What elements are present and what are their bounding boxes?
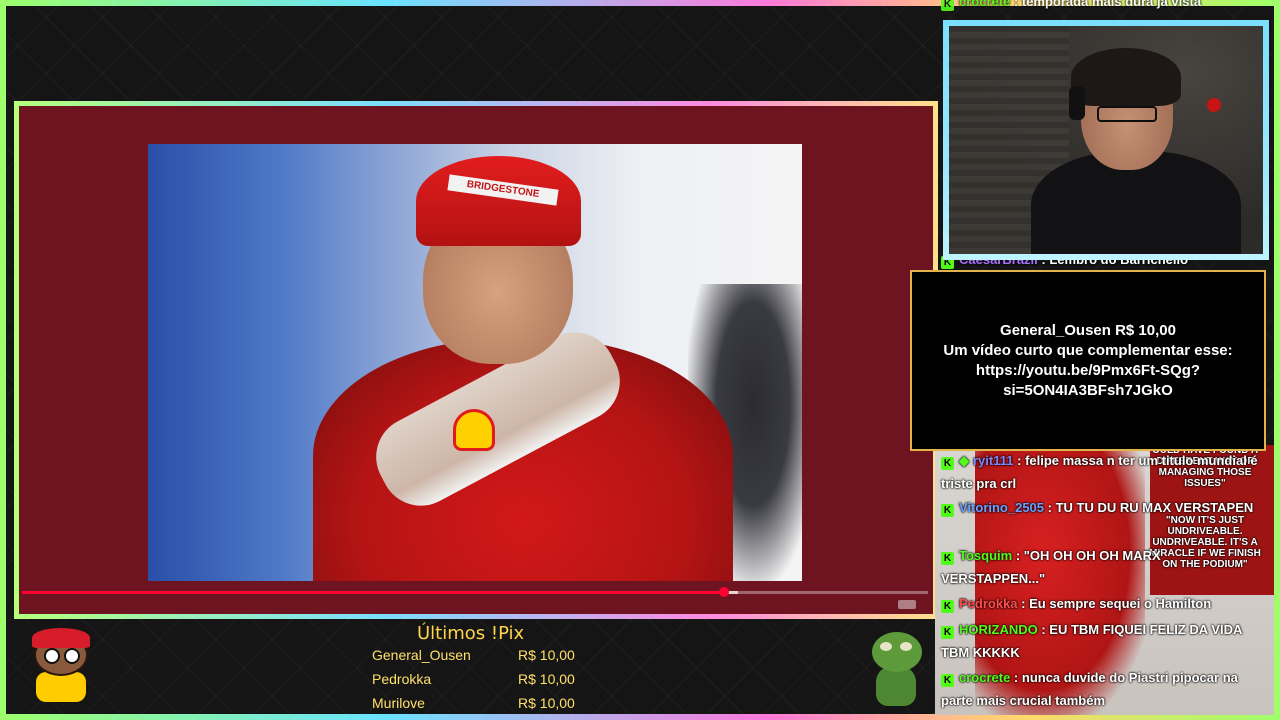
kick-icon: K [941,504,954,517]
frog-eye [900,642,912,651]
frog-head [872,632,922,672]
chat-text: Eu sempre sequei o Hamilton [1029,596,1212,611]
mascot-eye [44,648,60,664]
video-progress-fill [22,591,725,594]
pix-amount: R$ 10,00 [518,695,575,711]
chat-message: K Vitorino_2505 : TU TU DU RU MAX VERSTAP… [941,496,1266,519]
pix-name: General_Ousen [372,647,471,663]
mascot-cap [32,628,90,648]
donation-alert: General_Ousen R$ 10,00 Um vídeo curto qu… [910,270,1266,451]
video-scrubber-knob[interactable] [719,587,730,597]
chat-username[interactable]: Vitorino_2505 [959,500,1044,515]
alert-donor: General_Ousen R$ 10,00 [1000,321,1176,339]
alert-link-cont[interactable]: si=5ON4IA3BFsh7JGkO [923,381,1253,401]
chat-message: K Pedrokka : Eu sempre sequei o Hamilton [941,592,1266,615]
chat-message: K ◆ ryit111 : felipe massa n ter um titulo… [941,453,1258,491]
kick-icon: K [941,0,954,11]
chat-username[interactable]: crocrete [959,0,1010,9]
kick-icon: K [941,600,954,613]
chat-username[interactable]: Pedrokka [959,596,1018,611]
pix-amount: R$ 10,00 [518,671,575,687]
chat-message: Kcrocrete : temporada mais dura já vista [941,0,1266,13]
frog-eye [880,642,892,651]
chat-text: temporada mais dura já vista [1021,0,1202,9]
alert-message-line: Um vídeo curto que complementar esse: [943,341,1233,359]
frog-body [876,666,916,706]
kick-icon: K [941,457,954,470]
chat-username[interactable]: Tosquim [959,548,1012,563]
chat-message: Kcrocrete : nunca duvide do Piastri pipo… [941,670,1238,708]
chat-username[interactable]: HORIZANDO [959,622,1038,637]
video-progress-bar[interactable] [22,587,928,597]
streamer-hair [1071,48,1181,106]
headphones-icon [1069,86,1085,120]
chat-username[interactable]: crocrete [959,670,1010,685]
kick-icon: K [941,674,954,687]
gem-icon: ◆ [959,453,969,468]
glasses-icon [1097,106,1157,122]
mascot-eye [64,648,80,664]
mascot-character-icon [22,628,100,706]
webcam-frame [943,20,1269,260]
pix-title: Últimos !Pix [417,623,525,644]
chat-username[interactable]: ryit111 [973,453,1014,468]
chat-message: K HORIZANDO : EU TBM FIQUEI FELIZ DA VIDA… [941,622,1242,660]
chat-text: TU TU DU RU MAX VERSTAPEN [1055,500,1254,515]
video-frame-image: BRIDGESTONE [148,144,802,581]
frog-emote-icon [866,632,926,708]
player-toggle-icon[interactable] [898,600,916,609]
alert-link[interactable]: https://youtu.be/9Pmx6Ft-SQg? [923,361,1253,381]
shell-logo-icon [453,409,495,451]
kick-icon: K [941,552,954,565]
pix-name: Murilove [372,695,425,711]
kick-icon: K [941,626,954,639]
mascot-body [36,672,86,702]
pix-amount: R$ 10,00 [518,647,575,663]
pix-name: Pedrokka [372,671,432,687]
shelf-figure [1207,98,1221,112]
chat-message: K Tosquim : "OH OH OH OH MARX VERSTAPPEN.… [941,548,1161,586]
